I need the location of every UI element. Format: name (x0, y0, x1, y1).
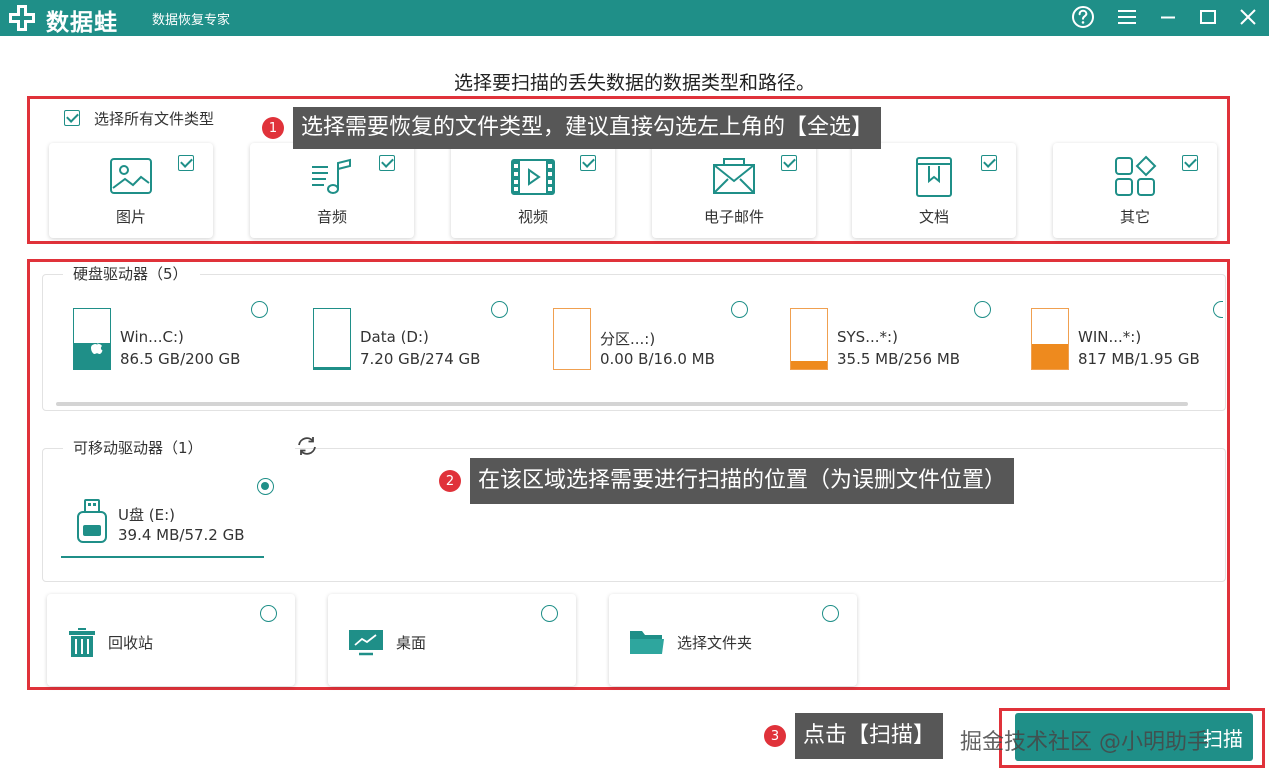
file-type-checkbox[interactable] (981, 155, 997, 171)
file-type-card-email[interactable]: 电子邮件 (652, 143, 816, 238)
drive-size: 35.5 MB/256 MB (837, 350, 961, 368)
title-bar: 数据蛙 数据恢复专家 (0, 0, 1269, 36)
callout-number: 3 (764, 725, 786, 747)
scan-button[interactable]: 扫描 (1015, 713, 1253, 761)
drive-disk-icon (790, 308, 828, 370)
removable-drive-group-title: 可移动驱动器（1） (63, 437, 295, 458)
refresh-icon[interactable] (294, 434, 320, 458)
drive-size: 7.20 GB/274 GB (360, 350, 481, 368)
usb-drive-name: U盘 (E:) (118, 506, 175, 524)
location-label: 桌面 (396, 634, 427, 652)
email-icon (713, 158, 755, 194)
minimize-icon[interactable] (1155, 4, 1181, 30)
drive-usage-fill (1032, 344, 1068, 369)
drive-usage-fill (314, 367, 350, 369)
other-icon (1115, 155, 1157, 196)
file-type-label: 其它 (1119, 208, 1150, 226)
location-card-recycle-bin[interactable]: 回收站 (47, 594, 295, 686)
drive-usage-fill (791, 360, 827, 369)
location-radio[interactable] (260, 605, 277, 622)
file-type-checkbox[interactable] (379, 155, 395, 171)
location-card-desktop[interactable]: 桌面 (328, 594, 576, 686)
file-type-checkbox[interactable] (580, 155, 596, 171)
file-type-label: 音频 (316, 208, 347, 226)
close-icon[interactable] (1235, 4, 1261, 30)
location-radio[interactable] (541, 605, 558, 622)
scan-button-label: 扫描 (1203, 726, 1243, 751)
file-type-label: 文档 (918, 208, 949, 226)
callout-tip-2: 2 在该区域选择需要进行扫描的位置（为误删文件位置） (439, 458, 1015, 504)
drive-name: Data (D:) (360, 328, 429, 346)
location-radio[interactable] (822, 605, 839, 622)
usb-drive-item[interactable]: U盘 (E:) 39.4 MB/57.2 GB (61, 475, 281, 557)
page-heading: 选择要扫描的丢失数据的数据类型和路径。 (453, 72, 815, 94)
callout-number: 1 (262, 117, 284, 139)
drive-radio[interactable] (251, 301, 268, 318)
checkbox-checked-icon[interactable] (64, 110, 80, 126)
file-type-card-image[interactable]: 图片 (49, 143, 213, 238)
drive-name: WIN...*:) (1078, 328, 1142, 346)
file-type-card-document[interactable]: 文档 (852, 143, 1016, 238)
select-all-checkbox[interactable]: 选择所有文件类型 (64, 108, 214, 128)
usb-drive-size: 39.4 MB/57.2 GB (118, 526, 245, 544)
drive-radio[interactable] (731, 301, 748, 318)
callout-number: 2 (439, 470, 461, 492)
drive-name: 分区...:) (600, 330, 656, 348)
video-icon (511, 159, 555, 195)
menu-icon[interactable] (1114, 4, 1140, 30)
drive-disk-icon (313, 308, 351, 370)
file-type-checkbox[interactable] (781, 155, 797, 171)
app-logo-icon (9, 5, 35, 31)
apple-logo-icon (91, 340, 103, 354)
file-type-card-audio[interactable]: 音频 (250, 143, 414, 238)
location-label: 选择文件夹 (677, 634, 753, 652)
recycle-bin-icon (69, 628, 95, 657)
callout-text: 选择需要恢复的文件类型，建议直接勾选左上角的【全选】 (293, 107, 882, 149)
app-window: 数据蛙 数据恢复专家 选择要扫描的丢失数据的数据类型和路径。 选择所有文件类型 (0, 0, 1269, 776)
app-brand: 数据蛙 (46, 10, 118, 36)
drive-disk-icon (553, 308, 591, 370)
help-icon[interactable] (1070, 4, 1096, 30)
drive-name: SYS...*:) (837, 328, 898, 346)
drive-item[interactable]: WIN...*:) 817 MB/1.95 GB (1031, 300, 1216, 380)
drive-name: Win...C:) (120, 328, 184, 346)
callout-tip-1: 1 选择需要恢复的文件类型，建议直接勾选左上角的【全选】 (262, 107, 882, 149)
file-type-label: 图片 (115, 208, 146, 226)
document-icon (916, 157, 952, 197)
file-type-card-other[interactable]: 其它 (1053, 143, 1217, 238)
drive-radio-partial[interactable] (1213, 301, 1223, 318)
drive-size: 0.00 B/16.0 MB (600, 350, 715, 368)
file-type-checkbox[interactable] (1182, 155, 1198, 171)
file-type-checkbox[interactable] (178, 155, 194, 171)
usb-drive-radio[interactable] (257, 478, 274, 495)
drive-disk-icon (73, 308, 111, 370)
image-icon (110, 158, 152, 194)
audio-icon (312, 158, 351, 194)
app-subtitle: 数据恢复专家 (152, 13, 231, 28)
select-all-label: 选择所有文件类型 (94, 109, 215, 128)
usb-selected-underline (61, 556, 264, 558)
drive-size: 86.5 GB/200 GB (120, 350, 241, 368)
callout-text: 在该区域选择需要进行扫描的位置（为误删文件位置） (470, 458, 1015, 504)
drive-list-scrollbar[interactable] (56, 402, 1188, 406)
location-label: 回收站 (108, 634, 154, 652)
drive-disk-icon (1031, 308, 1069, 370)
maximize-icon[interactable] (1195, 4, 1221, 30)
location-card-folder[interactable]: 选择文件夹 (609, 594, 857, 686)
file-type-card-video[interactable]: 视频 (451, 143, 615, 238)
callout-text: 点击【扫描】 (795, 713, 944, 759)
drive-size: 817 MB/1.95 GB (1078, 350, 1200, 368)
desktop-icon (349, 630, 383, 656)
drive-radio[interactable] (491, 301, 508, 318)
file-type-label: 视频 (517, 208, 548, 226)
folder-icon (630, 631, 664, 654)
callout-tip-3: 3 点击【扫描】 (764, 713, 944, 759)
drive-radio[interactable] (974, 301, 991, 318)
hard-drive-group-title: 硬盘驱动器（5） (63, 263, 200, 284)
usb-drive-icon (77, 499, 107, 543)
file-type-label: 电子邮件 (703, 208, 764, 226)
